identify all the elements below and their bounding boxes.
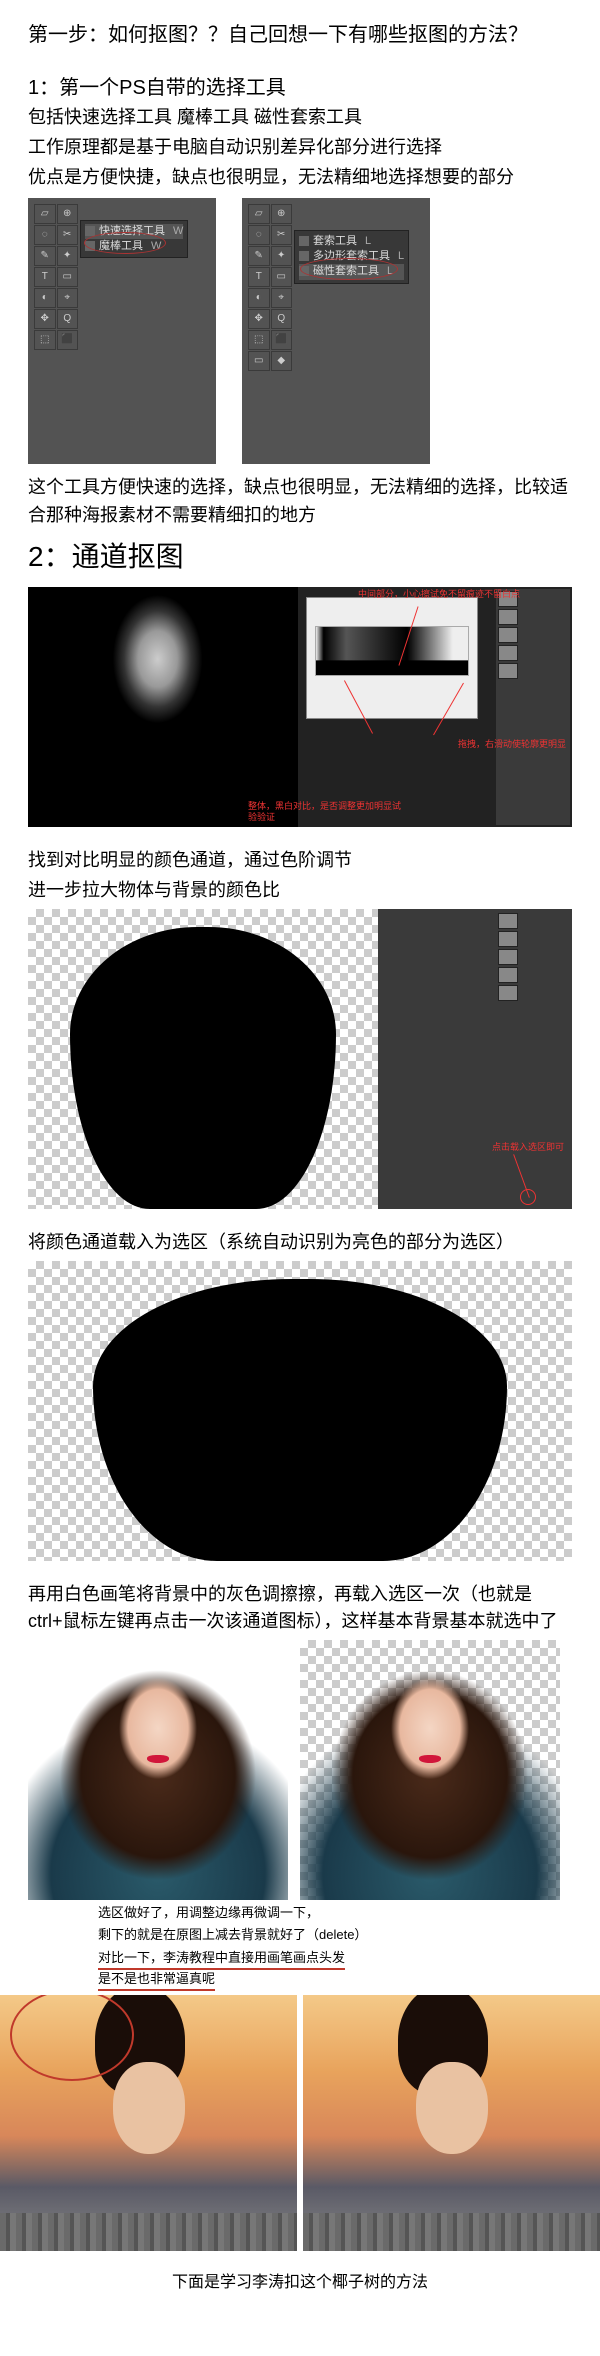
- caption-4b: 剩下的就是在原图上减去背景就好了（delete）: [98, 1926, 572, 1944]
- channel-screenshot-2: 点击载入选区即可: [28, 909, 572, 1209]
- channel-screenshot-1: 中间部分，小心擦试免不留痕迹不留白点 拖拽，右滑动使轮廓更明显 整体，黑白对比，…: [28, 587, 572, 827]
- caption-5: 对比一下，李涛教程中直接用画笔画点头发 是不是也非常逼真呢: [98, 1949, 572, 1991]
- channels-panel: [496, 589, 570, 825]
- ps-panel-quickselect: ▱⊕ ◌✂ ✎✦ T▭ ◐⌖ ✥Q ⬚⬛ 快速选择工具W 魔棒工具W: [28, 198, 216, 464]
- sec1-line2: 工作原理都是基于电脑自动识别差异化部分进行选择: [28, 134, 572, 162]
- caption-1b: 进一步拉大物体与背景的颜色比: [28, 877, 572, 905]
- channels-panel-2: [496, 911, 570, 1207]
- color-portrait-row: [28, 1640, 572, 1900]
- red-note-load: 点击载入选区即可: [492, 1142, 564, 1153]
- color-portrait-cutout: [300, 1640, 560, 1900]
- channel-screenshot-3: [28, 1261, 572, 1561]
- ps-panel-lasso: ▱⊕ ◌✂ ✎✦ T▭ ◐⌖ ✥Q ⬚⬛ ▭◆ 套索工具L 多边形套索工具L 磁…: [242, 198, 430, 464]
- red-note-top: 中间部分，小心擦试免不留痕迹不留白点: [358, 589, 520, 600]
- sec1-line3: 优点是方便快捷，缺点也很明显，无法精细地选择想要的部分: [28, 164, 572, 192]
- sec1-summary: 这个工具方便快速的选择，缺点也很明显，无法精细的选择，比较适合那种海报素材不需要…: [28, 474, 572, 530]
- ps-toolbar-screenshots: ▱⊕ ◌✂ ✎✦ T▭ ◐⌖ ✥Q ⬚⬛ 快速选择工具W 魔棒工具W ▱⊕ ◌✂…: [28, 198, 572, 464]
- footer-text: 下面是学习李涛扣这个椰子树的方法: [28, 2271, 572, 2296]
- step2-title: 2：通道抠图: [28, 535, 572, 578]
- caption-1a: 找到对比明显的颜色通道，通过色阶调节: [28, 847, 572, 875]
- red-note-bottom: 整体，黑白对比，是否调整更加明显试验验证: [248, 801, 408, 823]
- color-portrait-original: [28, 1640, 288, 1900]
- section-1-head: 1：第一个PS自带的选择工具: [28, 73, 572, 104]
- sunset-portrait-left: [0, 1995, 297, 2251]
- bw-portrait: [28, 587, 298, 827]
- caption-2: 将颜色通道载入为选区（系统自动识别为亮色的部分为选区）: [28, 1229, 572, 1257]
- step1-title: 第一步：如何抠图？？自己回想一下有哪些抠图的方法？: [28, 20, 572, 51]
- red-note-right: 拖拽，右滑动使轮廓更明显: [458, 739, 566, 750]
- caption-4a: 选区做好了，用调整边缘再微调一下，: [98, 1904, 572, 1922]
- sec1-line1: 包括快速选择工具 魔棒工具 磁性套索工具: [28, 104, 572, 132]
- sunset-portrait-right: [303, 1995, 600, 2251]
- sunset-compare-row: [0, 1995, 600, 2251]
- flyout-quick-select: 快速选择工具W 魔棒工具W: [80, 220, 188, 259]
- flyout-lasso: 套索工具L 多边形套索工具L 磁性套索工具L: [294, 230, 409, 284]
- silhouette-on-checker: [28, 909, 378, 1209]
- caption-3: 再用白色画笔将背景中的灰色调擦擦，再载入选区一次（也就是ctrl+鼠标左键再点击…: [28, 1581, 572, 1637]
